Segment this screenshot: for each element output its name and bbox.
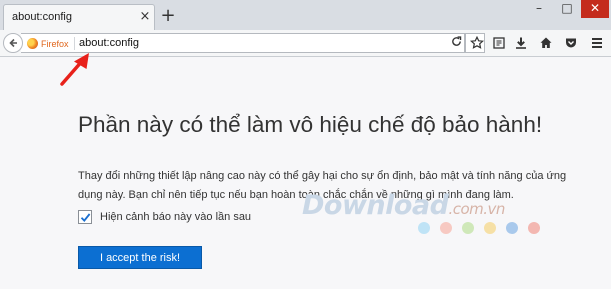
firefox-logo-icon <box>27 38 38 49</box>
tab-title: about:config <box>12 11 72 23</box>
url-divider <box>74 37 75 50</box>
watermark-dot <box>418 222 430 234</box>
window-close-button[interactable]: ✕ <box>581 0 609 18</box>
url-input[interactable]: about:config <box>79 37 139 49</box>
accept-risk-button[interactable]: I accept the risk! <box>78 246 202 269</box>
tab-strip: about:config × + – □ ✕ <box>0 0 611 30</box>
site-identity[interactable]: Firefox <box>27 36 69 51</box>
download-icon[interactable] <box>512 34 530 52</box>
url-bar[interactable]: Firefox about:config <box>21 33 465 53</box>
watermark-dot <box>440 222 452 234</box>
watermark-domain: .com.vn <box>448 200 505 218</box>
watermark-dot <box>528 222 540 234</box>
page-title: Phần này có thể làm vô hiệu chế độ bảo h… <box>78 112 543 137</box>
back-button[interactable] <box>3 33 23 53</box>
watermark-dot <box>506 222 518 234</box>
maximize-button[interactable]: □ <box>553 0 581 18</box>
watermark-dot <box>484 222 496 234</box>
back-arrow-icon <box>9 38 17 48</box>
warning-page: Phần này có thể làm vô hiệu chế độ bảo h… <box>0 57 611 289</box>
checkmark-icon <box>80 212 90 222</box>
watermark-dot <box>462 222 474 234</box>
show-warning-option[interactable]: Hiện cảnh báo này vào lần sau <box>78 210 251 224</box>
star-icon[interactable] <box>468 34 486 52</box>
menu-icon[interactable] <box>588 34 606 52</box>
watermark-dots <box>418 222 550 234</box>
home-icon[interactable] <box>537 34 555 52</box>
identity-label: Firefox <box>41 38 69 49</box>
new-tab-button[interactable]: + <box>160 7 176 25</box>
show-warning-label: Hiện cảnh báo này vào lần sau <box>100 211 252 223</box>
pocket-icon[interactable] <box>562 34 580 52</box>
minimize-button[interactable]: – <box>525 0 553 18</box>
show-warning-checkbox[interactable] <box>78 210 92 224</box>
reload-icon[interactable] <box>449 35 463 51</box>
watermark-logo: Download.com.vn <box>302 190 505 221</box>
watermark-text: Download <box>302 190 449 221</box>
close-icon[interactable]: × <box>138 10 152 24</box>
reading-list-icon[interactable] <box>490 34 508 52</box>
tab-about-config[interactable]: about:config × <box>3 4 155 30</box>
